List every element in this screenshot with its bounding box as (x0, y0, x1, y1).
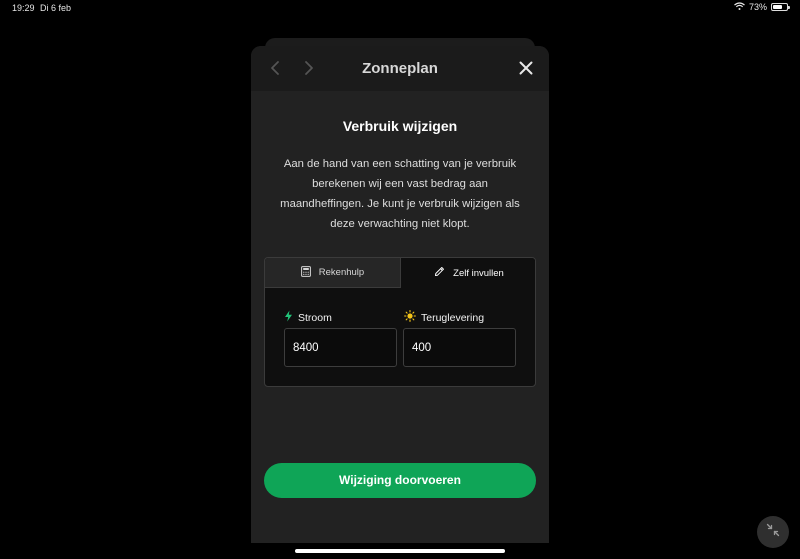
description-text: Aan de hand van een schatting van je ver… (280, 158, 520, 230)
teruglevering-label: Teruglevering (404, 310, 484, 325)
tab-rekenhulp[interactable]: Rekenhulp (265, 258, 401, 288)
calculator-icon (300, 265, 311, 280)
close-icon[interactable] (517, 59, 535, 77)
status-date: Di 6 feb (40, 3, 72, 13)
stroom-label-text: Stroom (298, 311, 332, 324)
page-heading: Verbruik wijzigen (342, 118, 458, 134)
modal-nav-bar: Zonneplan (251, 46, 549, 91)
sun-icon (404, 310, 416, 325)
modal-sheet: Zonneplan Verbruik wijzigen Aan de hand … (251, 46, 549, 543)
home-indicator[interactable] (295, 549, 505, 553)
teruglevering-label-text: Teruglevering (421, 311, 485, 324)
status-time: 19:29 (12, 3, 35, 13)
input-card: Rekenhulp Zelf invullen Stroom Terugleve… (264, 257, 536, 387)
tab-label: Zelf invullen (453, 267, 504, 279)
collapse-arrows-icon (766, 523, 780, 542)
battery-icon (771, 3, 790, 11)
wifi-icon (734, 2, 745, 12)
battery-percentage: 73% (748, 2, 767, 12)
stroom-input[interactable] (284, 328, 397, 367)
teruglevering-input[interactable] (403, 328, 516, 367)
lightning-icon (284, 310, 293, 325)
modal-title: Zonneplan (362, 60, 438, 77)
stroom-label: Stroom (284, 310, 332, 325)
pencil-icon (434, 266, 445, 280)
submit-button[interactable]: Wijziging doorvoeren (264, 463, 536, 498)
status-right: 73% (734, 2, 790, 12)
status-bar: 19:29 Di 6 feb 73% (0, 0, 800, 16)
tab-zelf-invullen[interactable]: Zelf invullen (401, 258, 535, 288)
collapse-button[interactable] (757, 516, 789, 548)
tab-label: Rekenhulp (318, 267, 365, 278)
